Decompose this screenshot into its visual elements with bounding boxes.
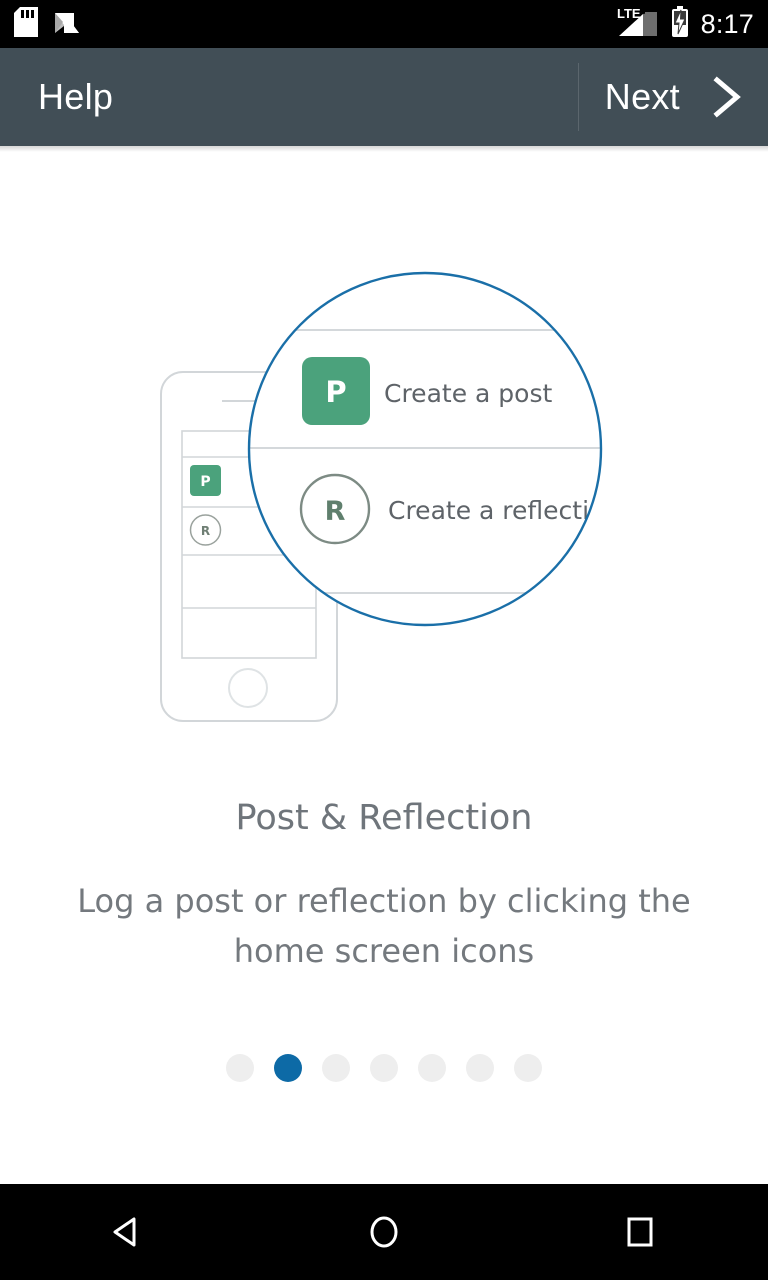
next-button-label: Next xyxy=(604,76,680,117)
android-n-icon xyxy=(52,7,82,41)
page-dot-7[interactable] xyxy=(514,1054,542,1082)
svg-text:P: P xyxy=(200,474,210,490)
page-dot-6[interactable] xyxy=(466,1054,494,1082)
page-title: Help xyxy=(38,76,114,117)
svg-text:R: R xyxy=(201,524,210,538)
sd-card-icon xyxy=(14,7,38,41)
app-screen: LTE 8:17 Help Next P R P Create a post R… xyxy=(0,0,768,1280)
page-dot-4[interactable] xyxy=(370,1054,398,1082)
recents-square-icon xyxy=(627,1217,653,1247)
page-dot-2[interactable] xyxy=(274,1054,302,1082)
page-dot-3[interactable] xyxy=(322,1054,350,1082)
illustration-subtitle: Log a post or reflection by clicking the… xyxy=(77,882,691,970)
illustration-title: Post & Reflection xyxy=(235,798,533,838)
back-triangle-icon xyxy=(113,1217,136,1247)
app-bar: Help Next xyxy=(0,48,768,146)
page-dot-1[interactable] xyxy=(226,1054,254,1082)
android-nav-bar xyxy=(0,1184,768,1280)
recents-button[interactable] xyxy=(580,1184,700,1280)
svg-text:R: R xyxy=(325,496,346,527)
chevron-right-icon xyxy=(710,75,744,119)
create-post-label: Create a post xyxy=(384,379,552,408)
next-button[interactable]: Next xyxy=(577,48,768,146)
page-dot-5[interactable] xyxy=(418,1054,446,1082)
lte-signal-icon: LTE xyxy=(617,6,659,42)
status-bar: LTE 8:17 xyxy=(0,0,768,48)
svg-text:P: P xyxy=(325,375,346,409)
svg-text:LTE: LTE xyxy=(617,6,641,21)
back-button[interactable] xyxy=(68,1184,188,1280)
status-bar-right-icons: LTE 8:17 xyxy=(617,6,754,42)
status-bar-clock: 8:17 xyxy=(700,8,754,39)
status-bar-left-icons xyxy=(14,7,82,41)
page-indicator[interactable] xyxy=(0,1054,768,1082)
battery-charging-icon xyxy=(670,6,690,42)
home-button[interactable] xyxy=(324,1184,444,1280)
onboarding-illustration: P R P Create a post R Create a reflectio… xyxy=(0,152,768,772)
home-circle-icon xyxy=(370,1216,398,1248)
app-bar-divider xyxy=(577,63,579,131)
